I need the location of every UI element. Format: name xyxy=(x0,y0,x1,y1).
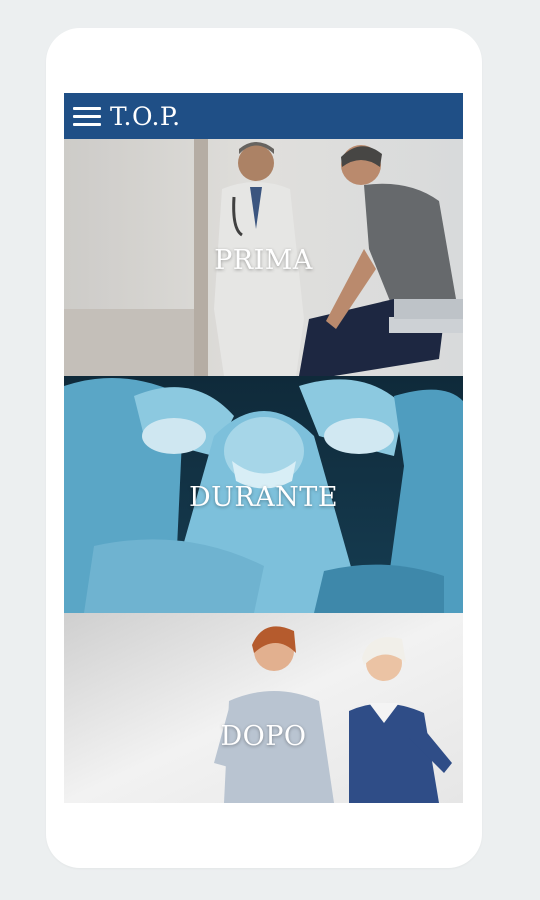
app-bar: T.O.P. xyxy=(64,93,463,139)
tile-label-dopo: DOPO xyxy=(220,721,307,752)
tile-dopo[interactable]: DOPO xyxy=(64,613,463,803)
hamburger-menu-icon xyxy=(73,106,101,126)
smiling-women-walking-photo xyxy=(64,613,463,803)
tile-durante[interactable]: DURANTE xyxy=(64,376,463,613)
tile-label-prima: PRIMA xyxy=(214,245,313,276)
tile-prima[interactable]: PRIMA xyxy=(64,139,463,376)
tile-label-durante: DURANTE xyxy=(188,482,339,513)
menu-button[interactable] xyxy=(64,93,110,139)
app-title: T.O.P. xyxy=(110,101,181,131)
